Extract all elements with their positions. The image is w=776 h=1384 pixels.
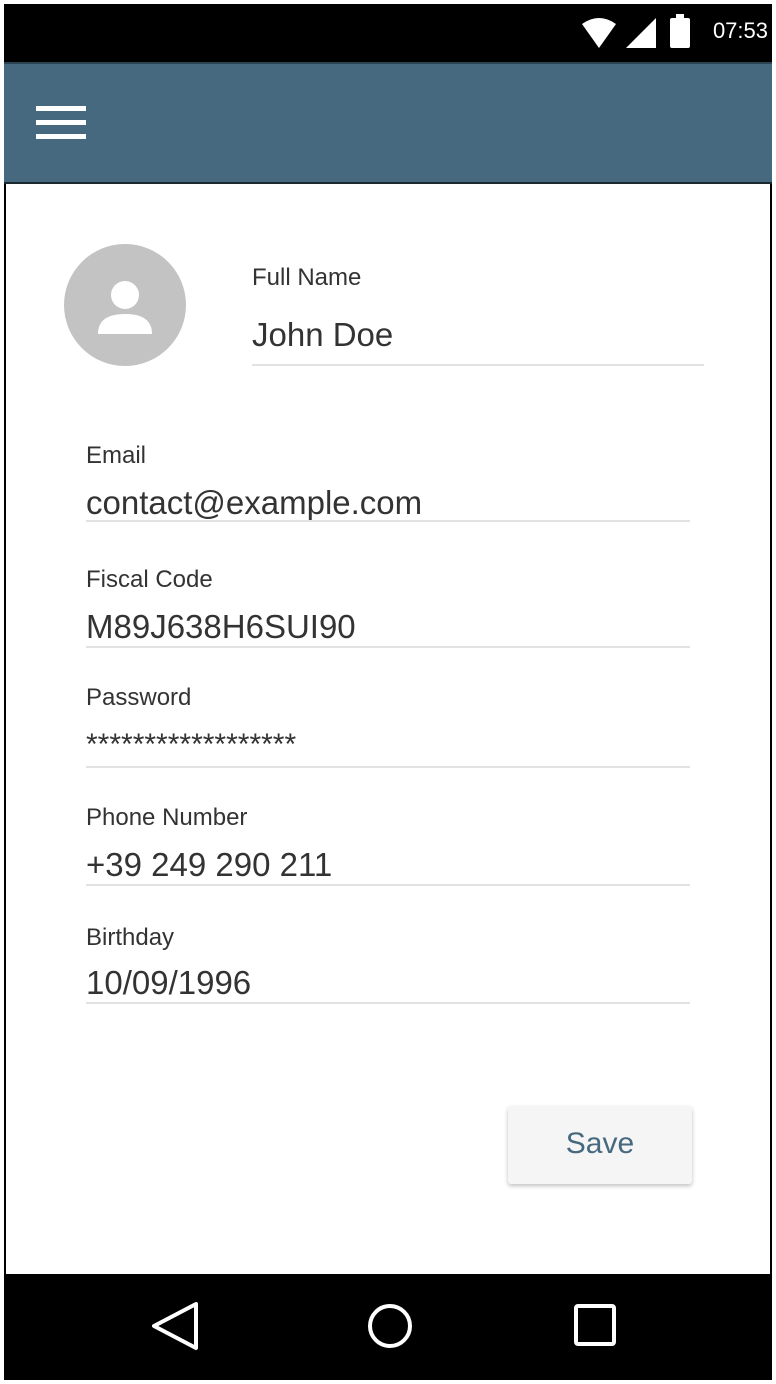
fiscal-code-label: Fiscal Code (86, 566, 213, 593)
password-label: Password (86, 684, 192, 711)
birthday-field[interactable]: 10/09/1996 (86, 964, 251, 1002)
save-button[interactable]: Save (508, 1106, 692, 1184)
full-name-field[interactable]: John Doe (252, 316, 393, 354)
battery-icon (670, 14, 690, 53)
profile-form: Full Name John Doe Email contact@example… (4, 184, 772, 1274)
birthday-label: Birthday (86, 924, 175, 951)
app-bar (4, 62, 772, 184)
email-field[interactable]: contact@example.com (86, 484, 422, 522)
fiscal-code-underline (86, 646, 690, 648)
status-time: 07:53 (712, 18, 768, 43)
navigation-bar (4, 1274, 772, 1380)
phone-number-underline (86, 884, 690, 886)
back-icon[interactable] (150, 1300, 200, 1357)
full-name-label: Full Name (252, 264, 362, 291)
email-underline (86, 520, 690, 522)
status-bar: 07:53 (4, 4, 772, 60)
fiscal-code-field[interactable]: M89J638H6SUI90 (86, 608, 356, 646)
avatar[interactable] (64, 244, 186, 366)
phone-number-label: Phone Number (86, 804, 248, 831)
email-label: Email (86, 442, 147, 469)
person-icon (98, 281, 152, 334)
password-field[interactable]: ****************** (86, 728, 296, 762)
full-name-underline (252, 364, 704, 366)
birthday-underline (86, 1002, 690, 1004)
home-icon[interactable] (366, 1300, 414, 1357)
hamburger-menu-icon[interactable] (36, 106, 88, 142)
phone-number-field[interactable]: +39 249 290 211 (86, 846, 332, 884)
signal-icon (626, 18, 656, 53)
password-underline (86, 766, 690, 768)
recents-icon[interactable] (572, 1300, 620, 1357)
phone-frame: 07:53 Full Name John Doe Email contact@e… (4, 4, 772, 1380)
wifi-icon (582, 18, 616, 53)
